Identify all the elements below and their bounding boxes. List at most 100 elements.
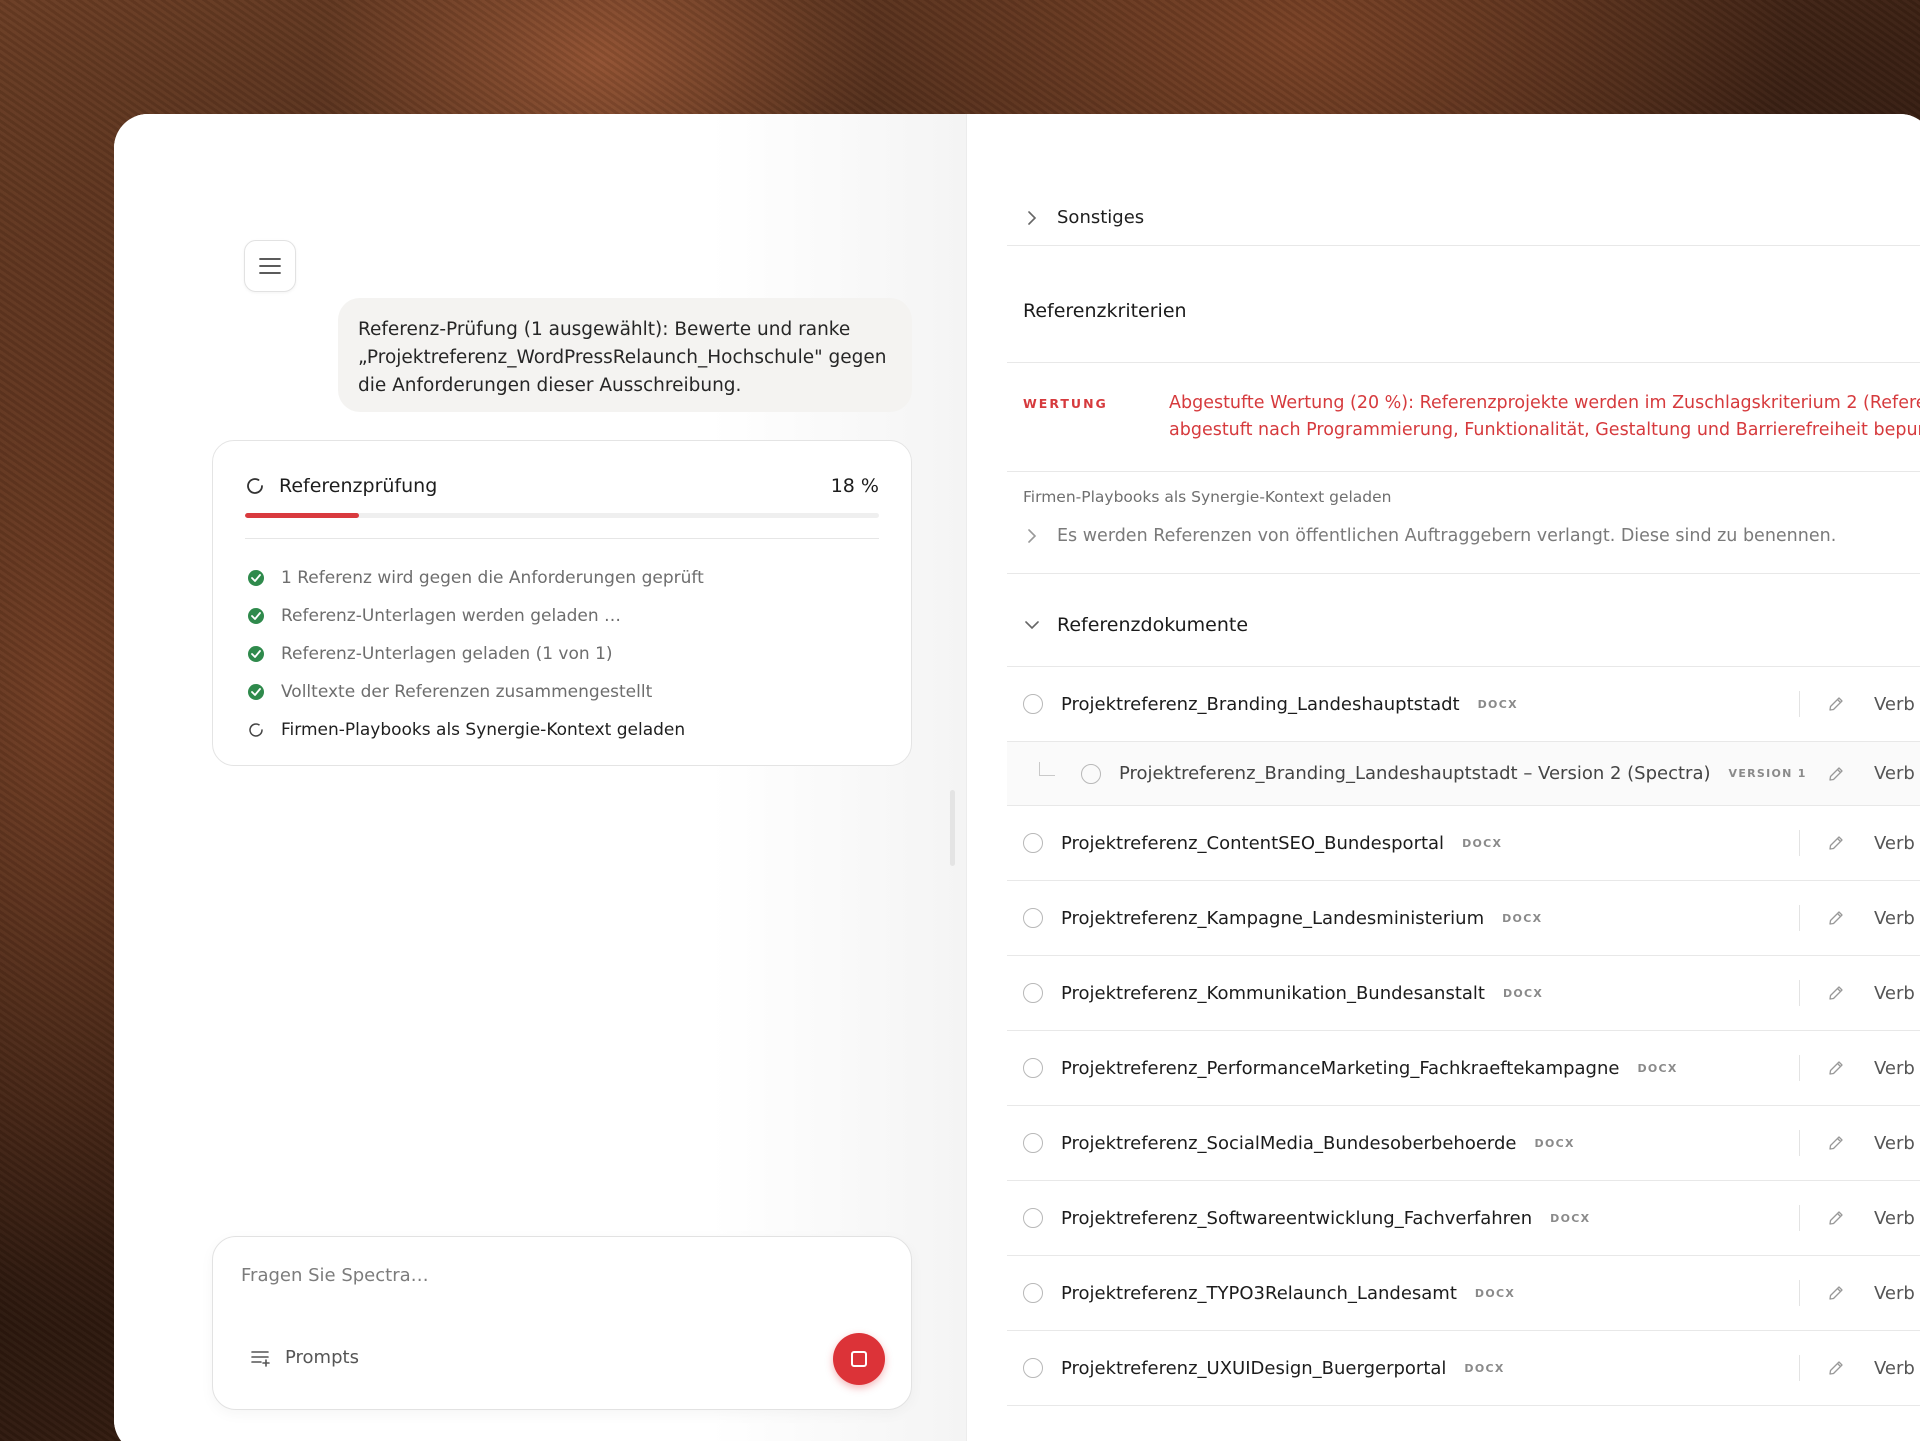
document-action-label[interactable]: Verb	[1874, 1058, 1915, 1079]
task-step: 1 Referenz wird gegen die Anforderungen …	[247, 559, 879, 597]
hamburger-icon	[259, 258, 281, 274]
prompts-button[interactable]: Prompts	[251, 1347, 359, 1368]
document-actions: Verb	[1799, 742, 1915, 805]
document-actions: Verb	[1799, 1181, 1915, 1255]
documents-title: Referenzdokumente	[1057, 614, 1249, 636]
document-name: Projektreferenz_Kampagne_Landesministeri…	[1061, 907, 1485, 929]
divider	[1799, 1355, 1800, 1381]
task-step-label: 1 Referenz wird gegen die Anforderungen …	[281, 568, 704, 588]
prompts-label: Prompts	[285, 1347, 359, 1368]
chevron-right-icon	[1023, 527, 1041, 545]
pencil-icon[interactable]	[1826, 908, 1846, 928]
document-name: Projektreferenz_Branding_Landeshauptstad…	[1061, 693, 1460, 715]
divider	[1799, 691, 1800, 717]
documents-list: Projektreferenz_Branding_Landeshauptstad…	[1007, 667, 1920, 1406]
menu-button[interactable]	[244, 240, 296, 292]
document-action-label[interactable]: Verb	[1874, 1133, 1915, 1154]
pane-resize-handle[interactable]	[950, 790, 955, 866]
pencil-icon[interactable]	[1826, 833, 1846, 853]
stop-button[interactable]	[833, 1333, 885, 1385]
divider	[1799, 1280, 1800, 1306]
task-title: Referenzprüfung	[279, 475, 438, 497]
task-step-label: Firmen-Playbooks als Synergie-Kontext ge…	[281, 720, 686, 740]
document-name: Projektreferenz_Branding_Landeshauptstad…	[1119, 763, 1711, 784]
context-item[interactable]: Es werden Referenzen von öffentlichen Au…	[1023, 516, 1920, 556]
spinner-icon	[247, 721, 265, 739]
select-radio[interactable]	[1023, 1058, 1043, 1078]
select-radio[interactable]	[1023, 983, 1043, 1003]
divider	[1799, 980, 1800, 1006]
document-badge: DOCX	[1637, 1061, 1678, 1075]
document-name: Projektreferenz_TYPO3Relaunch_Landesamt	[1061, 1282, 1457, 1304]
divider	[1799, 905, 1800, 931]
document-actions: Verb	[1799, 1106, 1915, 1180]
divider	[1007, 573, 1920, 574]
document-action-label[interactable]: Verb	[1874, 763, 1915, 784]
stop-icon	[851, 1351, 867, 1367]
select-radio[interactable]	[1023, 1208, 1043, 1228]
task-step-list: 1 Referenz wird gegen die Anforderungen …	[247, 559, 879, 749]
select-radio[interactable]	[1023, 1283, 1043, 1303]
task-step: Volltexte der Referenzen zusammengestell…	[247, 673, 879, 711]
document-action-label[interactable]: Verb	[1874, 694, 1915, 715]
document-row[interactable]: Projektreferenz_PerformanceMarketing_Fac…	[1007, 1031, 1920, 1106]
task-percent: 18 %	[830, 475, 879, 497]
document-badge: DOCX	[1502, 911, 1543, 925]
document-row[interactable]: Projektreferenz_Softwareentwicklung_Fach…	[1007, 1181, 1920, 1256]
select-radio[interactable]	[1023, 1358, 1043, 1378]
pencil-icon[interactable]	[1826, 983, 1846, 1003]
pencil-icon[interactable]	[1826, 1358, 1846, 1378]
task-step-label: Referenz-Unterlagen geladen (1 von 1)	[281, 644, 613, 664]
document-actions: Verb	[1799, 956, 1915, 1030]
chevron-down-icon	[1023, 616, 1041, 634]
divider	[1799, 1055, 1800, 1081]
divider	[245, 538, 879, 539]
document-row[interactable]: Projektreferenz_Kommunikation_Bundesanst…	[1007, 956, 1920, 1031]
document-action-label[interactable]: Verb	[1874, 908, 1915, 929]
select-radio[interactable]	[1023, 694, 1043, 714]
document-row[interactable]: Projektreferenz_Branding_Landeshauptstad…	[1007, 667, 1920, 742]
document-badge: DOCX	[1464, 1361, 1505, 1375]
pencil-icon[interactable]	[1826, 1283, 1846, 1303]
context-item-text: Es werden Referenzen von öffentlichen Au…	[1057, 526, 1837, 546]
pencil-icon[interactable]	[1826, 694, 1846, 714]
chat-input[interactable]	[241, 1265, 801, 1286]
document-badge: VERSION 1	[1728, 767, 1807, 780]
pencil-icon[interactable]	[1826, 1208, 1846, 1228]
task-header: Referenzprüfung 18 %	[245, 471, 879, 501]
criteria-title: Referenzkriterien	[1023, 300, 1187, 322]
document-row[interactable]: Projektreferenz_UXUIDesign_Buergerportal…	[1007, 1331, 1920, 1406]
document-action-label[interactable]: Verb	[1874, 1208, 1915, 1229]
document-action-label[interactable]: Verb	[1874, 833, 1915, 854]
select-radio[interactable]	[1023, 833, 1043, 853]
document-badge: DOCX	[1550, 1211, 1591, 1225]
document-row[interactable]: Projektreferenz_ContentSEO_Bundesportal D…	[1007, 806, 1920, 881]
document-action-label[interactable]: Verb	[1874, 1283, 1915, 1304]
divider	[1799, 830, 1800, 856]
document-row[interactable]: Projektreferenz_Kampagne_Landesministeri…	[1007, 881, 1920, 956]
composer: Prompts	[212, 1236, 912, 1410]
tree-branch-icon	[1039, 761, 1055, 776]
progress-fill	[245, 513, 360, 518]
section-sonstiges-label: Sonstiges	[1057, 207, 1145, 228]
document-action-label[interactable]: Verb	[1874, 983, 1915, 1004]
document-version-row[interactable]: Projektreferenz_Branding_Landeshauptstad…	[1007, 742, 1920, 806]
select-radio[interactable]	[1081, 763, 1101, 784]
spinner-icon	[247, 478, 263, 494]
document-name: Projektreferenz_Softwareentwicklung_Fach…	[1061, 1207, 1533, 1229]
documents-section-toggle[interactable]: Referenzdokumente	[1023, 614, 1248, 636]
check-circle-icon	[247, 645, 265, 663]
document-badge: DOCX	[1534, 1136, 1575, 1150]
pencil-icon[interactable]	[1826, 1058, 1846, 1078]
document-row[interactable]: Projektreferenz_SocialMedia_Bundesoberbe…	[1007, 1106, 1920, 1181]
section-sonstiges[interactable]: Sonstiges	[1007, 190, 1920, 246]
select-radio[interactable]	[1023, 908, 1043, 928]
task-step: Referenz-Unterlagen werden geladen …	[247, 597, 879, 635]
context-label: Firmen-Playbooks als Synergie-Kontext ge…	[1023, 488, 1392, 506]
pencil-icon[interactable]	[1826, 1133, 1846, 1153]
details-pane: Sonstiges Referenzkriterien WERTUNG Abge…	[966, 114, 1920, 1441]
document-action-label[interactable]: Verb	[1874, 1358, 1915, 1379]
select-radio[interactable]	[1023, 1133, 1043, 1153]
document-row[interactable]: Projektreferenz_TYPO3Relaunch_Landesamt D…	[1007, 1256, 1920, 1331]
pencil-icon[interactable]	[1826, 764, 1846, 784]
